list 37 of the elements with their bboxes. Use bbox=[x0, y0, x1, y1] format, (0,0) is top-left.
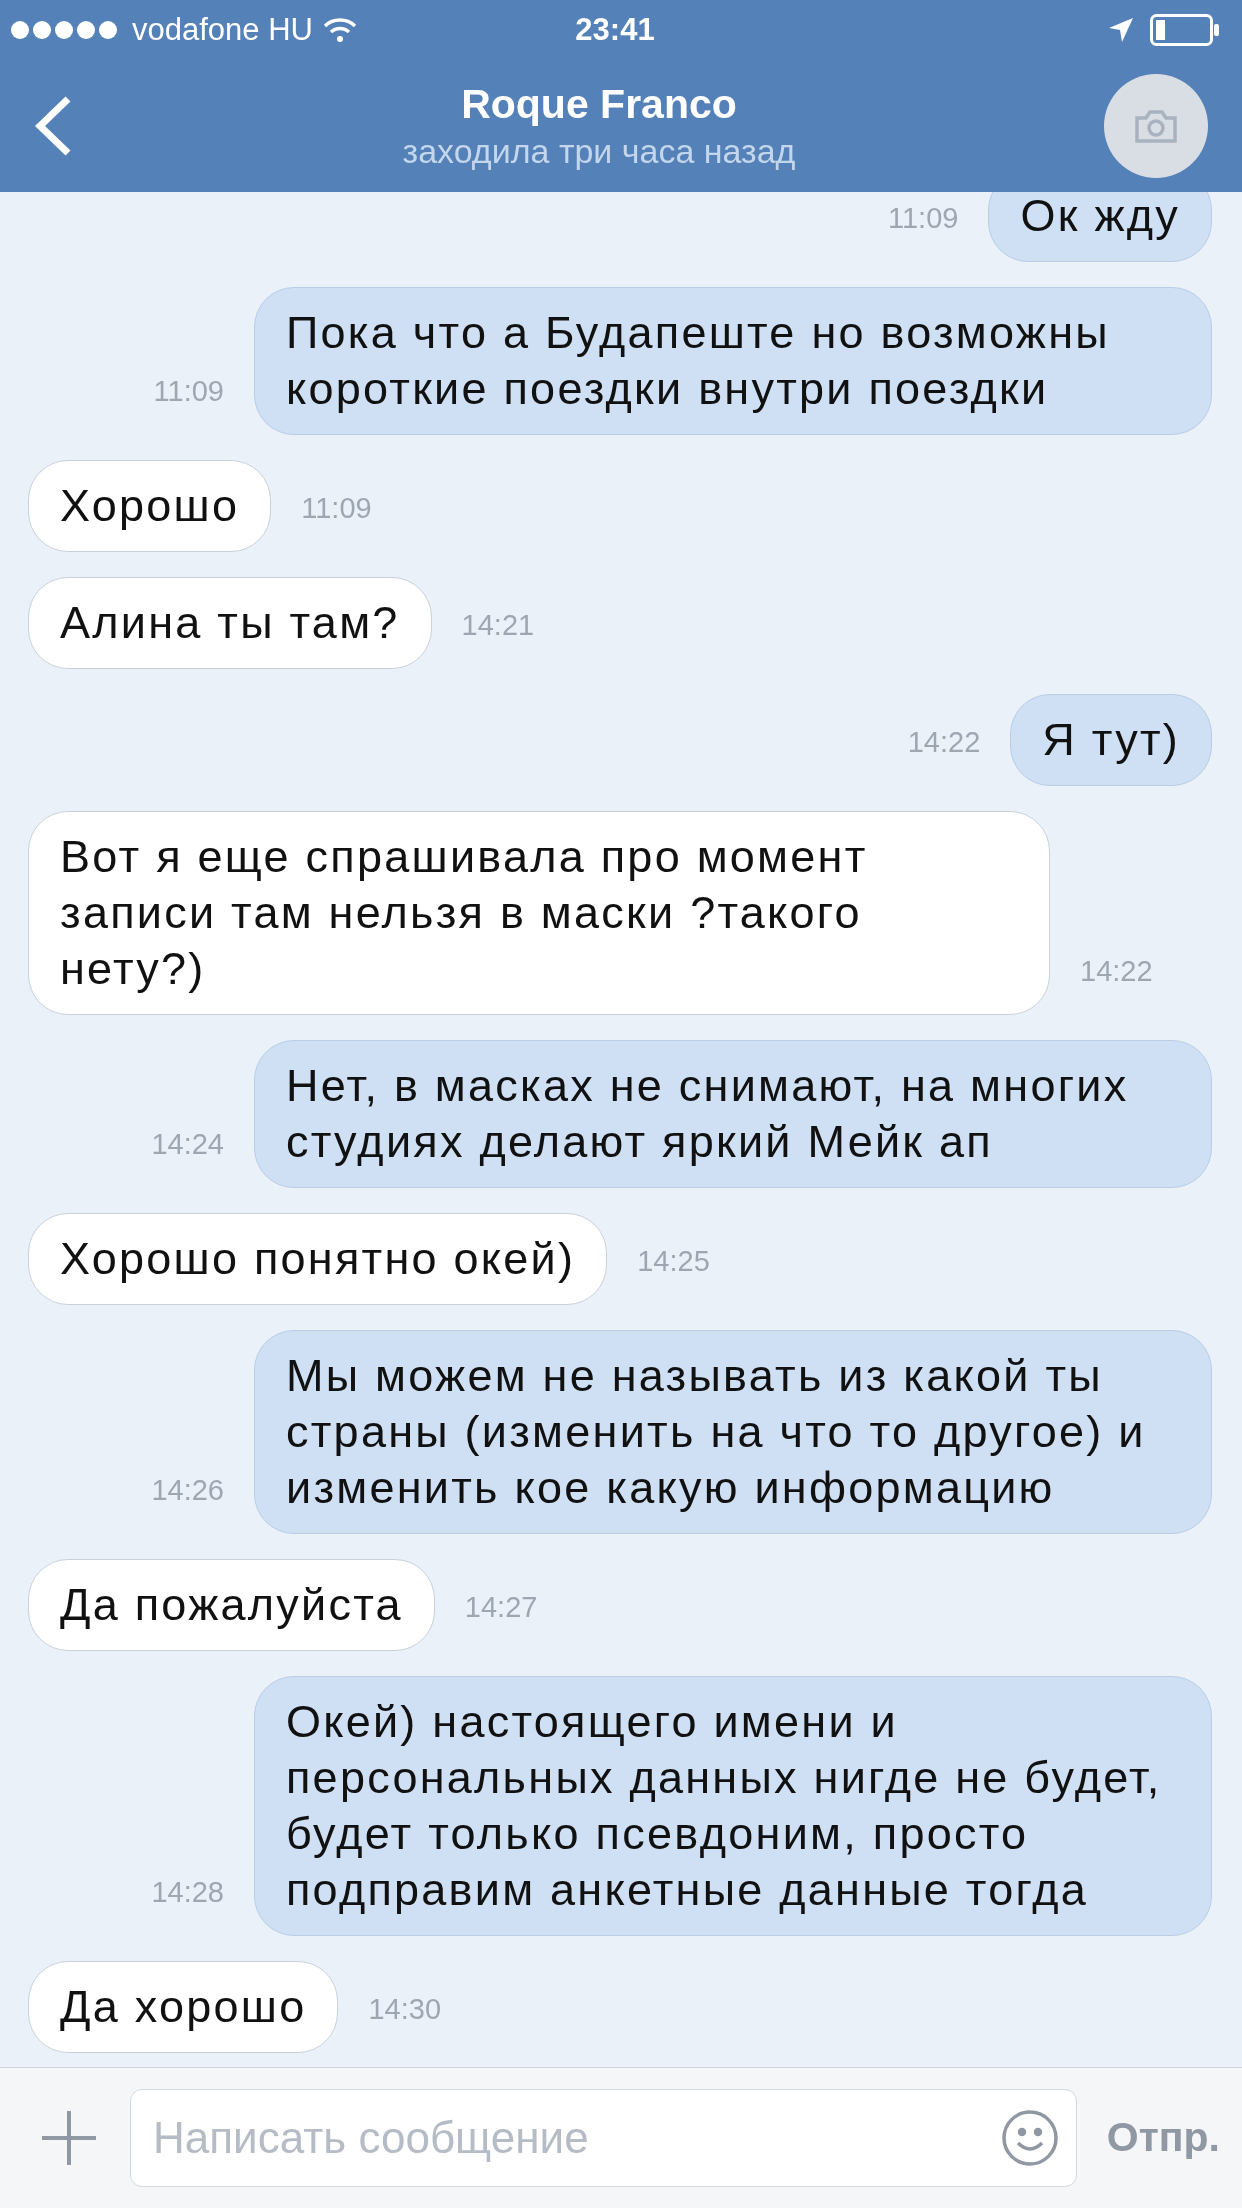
incoming-message: Хорошо понятно окей) bbox=[28, 1213, 608, 1305]
smiley-icon[interactable] bbox=[1000, 2109, 1059, 2167]
message-time: 11:09 bbox=[153, 373, 224, 409]
outgoing-message: Нет, в масках не снимают, на многих студиях делают яркий Мейк ап bbox=[254, 1040, 1212, 1188]
outgoing-message: Окей) настоящего имени и персональных данных нигде не будет, будет только псевдоним, просто подправим анкетные данные тогда bbox=[254, 1676, 1212, 1936]
message-time: 14:25 bbox=[637, 1243, 710, 1279]
message-input-field[interactable]: Написать сообщение bbox=[130, 2089, 1077, 2187]
message-time: 14:24 bbox=[151, 1126, 224, 1162]
message-time: 14:30 bbox=[368, 1991, 442, 2027]
message-time: 14:27 bbox=[464, 1589, 538, 1625]
message-time: 14:26 bbox=[151, 1472, 224, 1508]
message-time: 14:28 bbox=[151, 1874, 224, 1910]
plus-icon bbox=[40, 2109, 98, 2167]
outgoing-message: Мы можем не называть из какой ты страны (изменить на что то другое) и изменить кое какую информацию bbox=[254, 1330, 1212, 1534]
camera-icon bbox=[1135, 109, 1177, 143]
message-time: 11:09 bbox=[301, 490, 372, 526]
outgoing-message: Ок жду bbox=[988, 192, 1212, 262]
incoming-message: Да пожалуйста bbox=[28, 1559, 435, 1651]
outgoing-message: Я тут) bbox=[1010, 694, 1212, 786]
location-arrow-icon bbox=[1108, 17, 1134, 43]
carrier-name: vodafone HU bbox=[132, 10, 313, 49]
chat-title: Roque Franco bbox=[461, 80, 737, 129]
message-time: 14:22 bbox=[1080, 953, 1153, 989]
incoming-message: Алина ты там? bbox=[28, 577, 432, 669]
message-time: 14:22 bbox=[907, 724, 981, 760]
incoming-message: Вот я еще спрашивала про момент записи там нельзя в маски ?такого нету?) bbox=[28, 811, 1050, 1015]
clock-time: 23:41 bbox=[575, 10, 655, 49]
last-seen-status: заходила три часа назад bbox=[402, 131, 796, 172]
outgoing-message: Пока что а Будапеште но возможны короткие поездки внутри поездки bbox=[254, 287, 1212, 435]
send-button[interactable]: Отпр. bbox=[1106, 2107, 1220, 2169]
incoming-message: Да хорошо bbox=[28, 1961, 339, 2053]
back-chevron-icon bbox=[34, 95, 72, 157]
message-time: 11:09 bbox=[888, 200, 959, 236]
incoming-message: Хорошо bbox=[28, 460, 272, 552]
battery-icon bbox=[1150, 14, 1220, 46]
wifi-icon bbox=[322, 17, 357, 43]
message-time: 14:21 bbox=[461, 607, 535, 643]
